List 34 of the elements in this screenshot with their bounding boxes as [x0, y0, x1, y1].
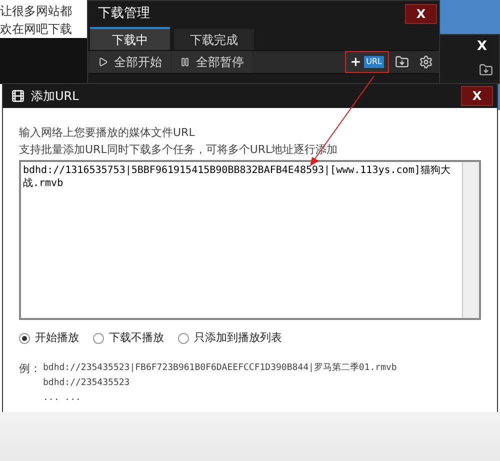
window-title: 下载管理: [98, 5, 150, 24]
example-text: bdhd://235435523|FB6F723B961B0F6DAEEFCCF1D390B844|罗马第二季01.rmvb: [43, 362, 397, 374]
toolbar-button[interactable]: 全部暂停: [172, 51, 252, 73]
settings-icon[interactable]: [419, 55, 433, 69]
example-text: bdhd://235435523: [43, 376, 131, 390]
url-tag: URL: [364, 56, 384, 68]
start-icon: [98, 57, 108, 67]
url-text: bdhd://1316535753|5BBF961915415B90BB832BAFB4E48593|[www.113ys.com]猫狗大战.rmvb: [22, 164, 452, 191]
tab[interactable]: 下载中: [90, 27, 170, 50]
instruction-text: 输入网络上您要播放的媒体文件URL: [19, 125, 196, 141]
radio-option[interactable]: 开始播放: [19, 330, 79, 346]
plus-icon: +: [350, 56, 362, 68]
page-text: 让很多网站都: [0, 3, 73, 20]
pause-icon: [180, 57, 190, 67]
close-button[interactable]: X: [461, 86, 493, 106]
toolbar-button[interactable]: 全部开始: [90, 51, 170, 73]
add-url-button[interactable]: + URL: [345, 51, 389, 73]
radio-option[interactable]: 只添加到播放列表: [178, 330, 282, 346]
example-text: ... ...: [43, 392, 82, 404]
folder-icon[interactable]: [395, 55, 409, 69]
close-button[interactable]: X: [470, 37, 493, 56]
radio-option[interactable]: 下载不播放: [93, 330, 164, 346]
page-text: 欢在网吧下载: [0, 21, 73, 38]
scrollbar[interactable]: [462, 162, 479, 318]
tab[interactable]: 下载完成: [174, 29, 254, 50]
radio-button[interactable]: [19, 332, 30, 344]
url-input-field[interactable]: bdhd://1316535753|5BBF961915415B90BB832BAFB4E48593|[www.113ys.com]猫狗大战.rmvb: [19, 160, 481, 320]
radio-button[interactable]: [178, 332, 189, 344]
radio-button[interactable]: [93, 332, 104, 344]
folder-icon[interactable]: [479, 62, 493, 76]
example-label: 例：: [19, 360, 41, 376]
film-reel-icon: [11, 89, 25, 103]
dialog-title: 添加URL: [31, 88, 80, 105]
close-button[interactable]: X: [405, 4, 437, 24]
